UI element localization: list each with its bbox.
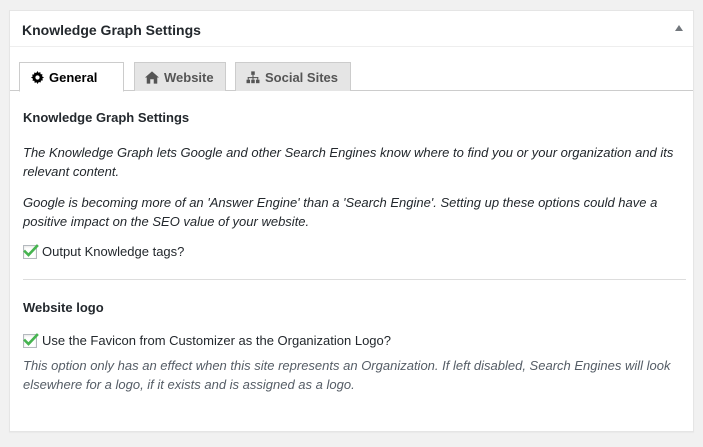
gear-icon <box>30 70 44 84</box>
output-knowledge-tags-option[interactable]: Output Knowledge tags? <box>23 243 685 261</box>
output-knowledge-tags-label: Output Knowledge tags? <box>42 244 185 259</box>
collapse-arrow-icon[interactable] <box>675 25 683 31</box>
knowledge-description: The Knowledge Graph lets Google and othe… <box>23 145 674 179</box>
tab-website[interactable]: Website <box>134 62 226 91</box>
website-logo-section: Website logo Use the Favicon from Custom… <box>23 299 685 394</box>
knowledge-graph-metabox: Knowledge Graph Settings General Website <box>9 10 694 432</box>
tab-general[interactable]: General <box>19 62 124 92</box>
tab-website-label: Website <box>164 69 214 85</box>
section-divider <box>23 279 686 280</box>
tab-bar: General Website Social Sites <box>10 47 693 92</box>
website-logo-heading: Website logo <box>23 300 104 315</box>
sitemap-icon <box>246 70 260 84</box>
metabox-title: Knowledge Graph Settings <box>22 22 201 38</box>
answer-engine-description: Google is becoming more of an 'Answer En… <box>23 195 658 229</box>
general-panel: Knowledge Graph Settings The Knowledge G… <box>23 109 685 261</box>
use-favicon-option[interactable]: Use the Favicon from Customizer as the O… <box>23 332 685 350</box>
knowledge-heading: Knowledge Graph Settings <box>23 110 190 125</box>
checkmark-icon <box>23 333 39 346</box>
output-knowledge-tags-checkbox[interactable] <box>23 244 39 259</box>
favicon-note: This option only has an effect when this… <box>23 358 671 392</box>
home-icon <box>145 70 159 84</box>
use-favicon-label: Use the Favicon from Customizer as the O… <box>42 333 392 348</box>
use-favicon-checkbox[interactable] <box>23 333 39 348</box>
tab-general-label: General <box>49 69 98 85</box>
checkmark-icon <box>23 244 39 257</box>
metabox-header: Knowledge Graph Settings <box>10 11 693 47</box>
tab-social-sites-label: Social Sites <box>265 69 338 85</box>
tab-social-sites[interactable]: Social Sites <box>235 62 351 91</box>
